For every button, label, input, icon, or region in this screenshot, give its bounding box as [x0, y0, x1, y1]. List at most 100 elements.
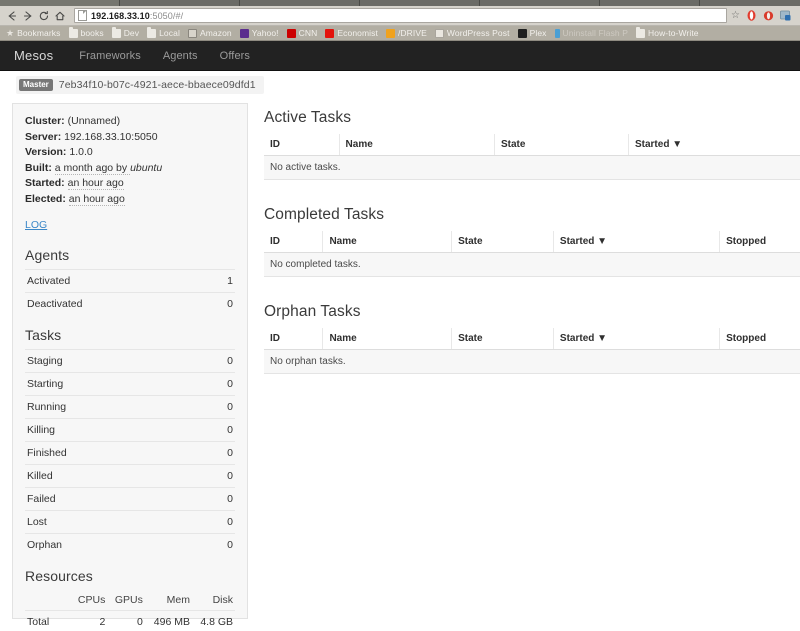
row-label: Total: [25, 611, 71, 631]
row-value: 0: [196, 373, 235, 396]
nav-link-agents[interactable]: Agents: [163, 50, 198, 62]
browser-tab[interactable]: [0, 0, 120, 6]
column-header-state[interactable]: State: [452, 231, 554, 253]
browser-tab[interactable]: [700, 0, 800, 6]
bookmark-item[interactable]: /DRIVE: [382, 26, 431, 41]
amazon-favicon: [188, 29, 197, 38]
column-header-name[interactable]: Name: [339, 134, 494, 156]
browser-tab-strip[interactable]: [0, 0, 800, 6]
tasks-heading: Tasks: [25, 327, 235, 343]
page-icon: [435, 29, 444, 38]
info-version: Version: 1.0.0: [25, 145, 235, 161]
table-row: Orphan0: [25, 534, 235, 557]
browser-tab[interactable]: [120, 0, 240, 6]
bookmark-label: books: [81, 28, 104, 38]
info-label: Cluster:: [25, 115, 65, 127]
column-header-started[interactable]: Started ▼: [553, 231, 719, 253]
nav-link-offers[interactable]: Offers: [220, 50, 250, 62]
browser-tab[interactable]: [240, 0, 360, 6]
bookmark-star-icon[interactable]: ☆: [731, 10, 740, 21]
folder-icon: [69, 29, 78, 38]
resources-heading: Resources: [25, 568, 235, 584]
column-header-id[interactable]: ID: [264, 134, 339, 156]
nav-link-frameworks[interactable]: Frameworks: [79, 50, 141, 62]
home-icon[interactable]: [52, 8, 68, 24]
table-row: Staging0: [25, 350, 235, 373]
mesos-brand[interactable]: Mesos: [14, 48, 53, 63]
bookmark-item[interactable]: Plex: [514, 26, 551, 41]
info-value: 192.168.33.10:5050: [64, 131, 157, 143]
browser-tab[interactable]: [600, 0, 700, 6]
url-host: 192.168.33.10: [91, 11, 150, 21]
column-header-started[interactable]: Started ▼: [553, 328, 719, 350]
column-header-id[interactable]: ID: [264, 328, 323, 350]
info-value: an hour ago: [69, 193, 125, 206]
resources-table: CPUs GPUs Mem Disk Total 2 0 496 MB 4.8 …: [25, 590, 235, 631]
column-header-state[interactable]: State: [494, 134, 628, 156]
cell-disk: 4.8 GB: [192, 611, 235, 631]
info-label: Elected:: [25, 193, 66, 205]
bookmark-item[interactable]: Dev: [108, 26, 143, 41]
bookmark-item[interactable]: WordPress Post: [431, 26, 514, 41]
blue-box-extension-icon[interactable]: [779, 9, 792, 22]
table-header-row: ID Name State Started ▼ Stopped: [264, 328, 800, 350]
red-circle-extension-icon[interactable]: [762, 9, 775, 22]
info-label: Version:: [25, 146, 66, 158]
completed-tasks-table: ID Name State Started ▼ Stopped No compl…: [264, 231, 800, 277]
table-header-row: ID Name State Started ▼ Stopped: [264, 231, 800, 253]
browser-tab[interactable]: [360, 0, 480, 6]
forward-arrow-icon[interactable]: [20, 8, 36, 24]
log-link[interactable]: LOG: [25, 219, 47, 231]
column-header-name[interactable]: Name: [323, 328, 452, 350]
tasks-table: Staging0 Starting0 Running0 Killing0 Fin…: [25, 349, 235, 556]
page-icon: [78, 10, 87, 21]
bookmark-item[interactable]: Local: [143, 26, 184, 41]
column-header-blank: [25, 590, 71, 611]
folder-icon: [147, 29, 156, 38]
bookmark-item[interactable]: Yahoo!: [236, 26, 283, 41]
table-row: No completed tasks.: [264, 253, 800, 277]
column-header-id[interactable]: ID: [264, 231, 323, 253]
bookmarks-bar[interactable]: ★ Bookmarks books Dev Local Amazon Yahoo…: [0, 26, 800, 41]
opera-extension-icon[interactable]: [745, 9, 758, 22]
column-header-stopped[interactable]: Stopped: [720, 328, 800, 350]
column-header-stopped[interactable]: Stopped: [720, 231, 800, 253]
address-bar[interactable]: 192.168.33.10:5050/#/: [74, 8, 727, 23]
row-value: 0: [196, 396, 235, 419]
info-label: Started:: [25, 177, 65, 189]
table-row: Finished0: [25, 442, 235, 465]
empty-message: No orphan tasks.: [264, 350, 800, 374]
reload-icon[interactable]: [36, 8, 52, 24]
row-label: Finished: [25, 442, 196, 465]
section-title: Completed Tasks: [264, 206, 800, 224]
section-active-tasks: Active Tasks ID Name State Started ▼ No …: [264, 109, 800, 180]
section-title: Orphan Tasks: [264, 303, 800, 321]
row-label: Orphan: [25, 534, 196, 557]
row-label: Starting: [25, 373, 196, 396]
back-arrow-icon[interactable]: [4, 8, 20, 24]
table-row: Killing0: [25, 419, 235, 442]
bookmark-label: Plex: [530, 28, 547, 38]
bookmark-item[interactable]: Uninstall Flash P: [551, 26, 632, 41]
column-header-mem: Mem: [145, 590, 192, 611]
bookmark-label: Bookmarks: [17, 28, 60, 38]
column-header-started[interactable]: Started ▼: [628, 134, 800, 156]
column-header-disk: Disk: [192, 590, 235, 611]
row-value: 0: [205, 293, 235, 316]
bookmark-item[interactable]: books: [65, 26, 108, 41]
column-header-state[interactable]: State: [452, 328, 554, 350]
column-header-name[interactable]: Name: [323, 231, 452, 253]
bookmark-item[interactable]: How-to-Write: [632, 26, 703, 41]
info-label: Server:: [25, 131, 61, 143]
yahoo-favicon: [240, 29, 249, 38]
table-row: Killed0: [25, 465, 235, 488]
bookmark-item[interactable]: ★ Bookmarks: [2, 26, 65, 41]
empty-message: No active tasks.: [264, 156, 800, 180]
bookmark-item[interactable]: Economist: [321, 26, 382, 41]
master-bar: Master 7eb34f10-b07c-4921-aece-bbaece09d…: [0, 71, 800, 99]
bookmark-item[interactable]: Amazon: [184, 26, 236, 41]
bookmark-label: WordPress Post: [447, 28, 510, 38]
browser-chrome: 192.168.33.10:5050/#/ ☆ ★ Bookmarks book…: [0, 0, 800, 41]
browser-tab[interactable]: [480, 0, 600, 6]
bookmark-item[interactable]: CNN: [283, 26, 322, 41]
